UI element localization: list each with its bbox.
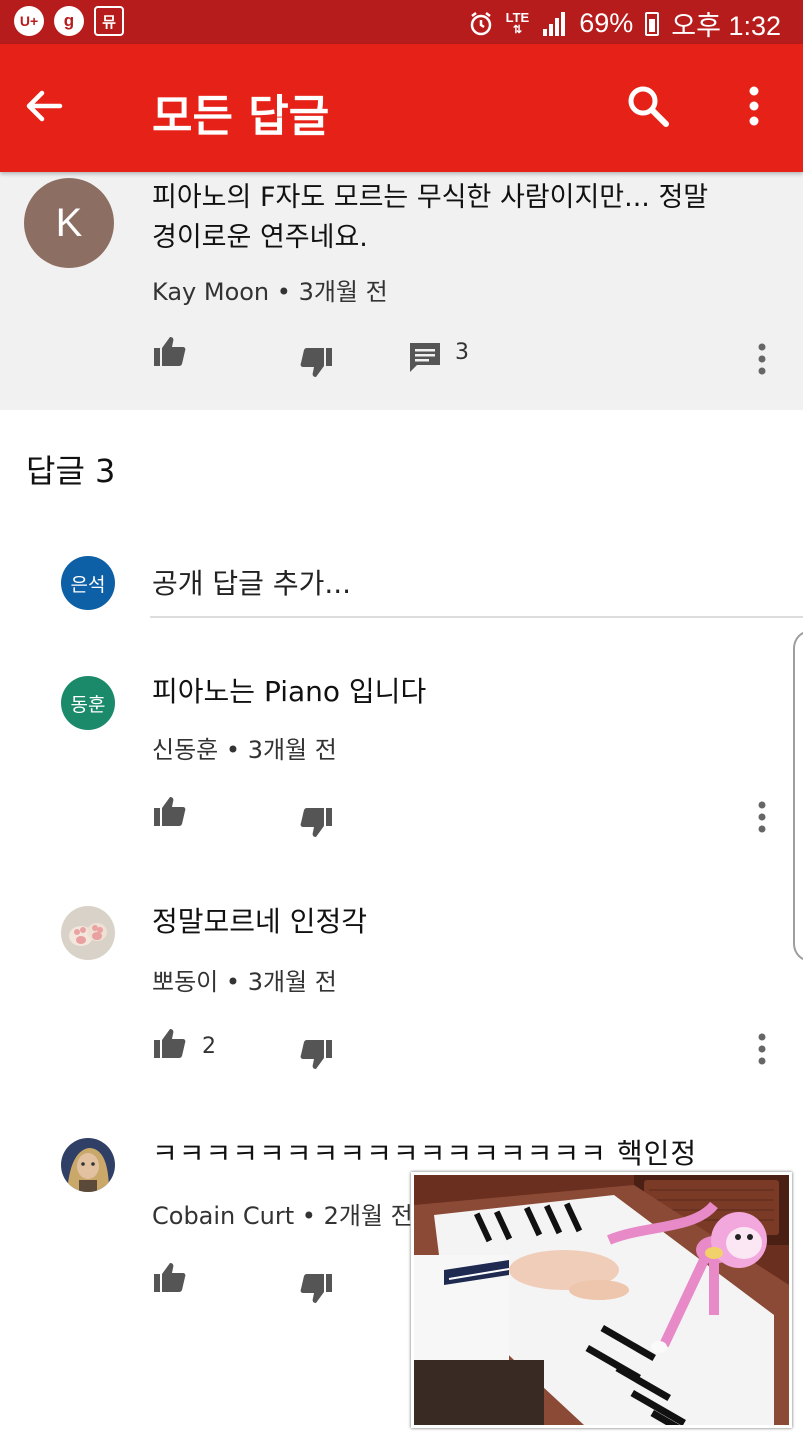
app-bar: 모든 답글: [0, 44, 803, 172]
reply-author[interactable]: 뽀동이: [152, 968, 218, 996]
data-arrows-icon: ⇅: [512, 23, 523, 36]
comment-meta: Kay Moon • 3개월 전: [152, 272, 388, 307]
thumbs-up-icon[interactable]: [152, 794, 188, 830]
reply-more-icon[interactable]: [755, 1032, 769, 1066]
network-type: LTE ⇅: [506, 11, 530, 37]
mini-player[interactable]: [411, 1172, 792, 1428]
avatar[interactable]: [61, 1138, 115, 1192]
clock: 오후 1:32: [671, 11, 781, 41]
thumbs-up-icon[interactable]: [152, 1026, 188, 1062]
thumbs-up-icon[interactable]: [152, 1260, 188, 1296]
comment-text-line1: 피아노의 F자도 모르는 무식한 사람이지만... 정말: [152, 182, 709, 213]
meta-separator: •: [276, 278, 299, 306]
reply-icon[interactable]: [407, 340, 443, 376]
reply-text: ㅋㅋㅋㅋㅋㅋㅋㅋㅋㅋㅋㅋㅋㅋㅋㅋㅋ 핵인정: [152, 1137, 698, 1170]
comment-text-line2: 경이로운 연주네요.: [152, 222, 368, 253]
page-title: 모든 답글: [152, 91, 330, 142]
status-left-icons: U+ g 뮤: [14, 6, 124, 36]
status-bar: U+ g 뮤 LTE ⇅ 69% 오후 1:32: [0, 0, 803, 44]
alarm-icon: [470, 11, 491, 35]
add-reply-row: 은석 공개 답글 추가...: [0, 552, 803, 618]
reply-author[interactable]: 신동훈: [152, 736, 218, 764]
edge-panel-handle[interactable]: [793, 630, 803, 962]
add-reply-input[interactable]: 공개 답글 추가...: [152, 562, 351, 602]
reply-meta: 신동훈 • 3개월 전: [152, 730, 337, 765]
comment-time: 3개월 전: [298, 278, 388, 306]
piano-video-thumbnail: [414, 1175, 789, 1425]
avatar[interactable]: K: [24, 178, 114, 268]
like-count: 2: [202, 1034, 216, 1059]
reply-time: 2개월 전: [323, 1202, 413, 1230]
uplus-app-icon: U+: [14, 6, 44, 36]
reply-author[interactable]: Cobain Curt: [152, 1202, 294, 1230]
meta-separator: •: [225, 968, 248, 996]
reply-text: 피아노는 Piano 입니다: [152, 675, 427, 708]
thumbs-down-icon[interactable]: [298, 1270, 334, 1306]
reply-text: 정말모르네 인정각: [152, 905, 367, 938]
input-underline: [150, 616, 803, 618]
comment-more-icon[interactable]: [755, 342, 769, 376]
meta-separator: •: [301, 1202, 324, 1230]
user-avatar: 은석: [61, 556, 115, 610]
thumbs-up-icon[interactable]: [152, 334, 188, 370]
meta-separator: •: [225, 736, 248, 764]
thumbs-down-icon[interactable]: [298, 1036, 334, 1072]
comment-author[interactable]: Kay Moon: [152, 278, 269, 306]
arrow-back-icon[interactable]: [22, 84, 66, 128]
status-right: LTE ⇅ 69% 오후 1:32: [468, 4, 781, 43]
reply-actions: [0, 794, 803, 844]
thumbs-down-icon[interactable]: [298, 804, 334, 840]
network-label: LTE: [505, 9, 530, 25]
reply-actions: 2: [0, 1026, 803, 1076]
mu-app-icon: 뮤: [94, 6, 124, 36]
avatar[interactable]: 동훈: [61, 676, 115, 730]
parent-comment: K 피아노의 F자도 모르는 무식한 사람이지만... 정말 경이로운 연주네요…: [0, 172, 803, 410]
battery-percent: 69%: [579, 8, 634, 38]
replies-header: 답글 3: [26, 452, 116, 490]
thumbs-down-icon[interactable]: [298, 344, 334, 380]
signal-icon: [543, 11, 566, 36]
reply-time: 3개월 전: [247, 968, 337, 996]
comment-actions: 3: [0, 334, 803, 384]
reply-meta: Cobain Curt • 2개월 전: [152, 1196, 413, 1231]
reply-more-icon[interactable]: [755, 800, 769, 834]
g-app-icon: g: [54, 6, 84, 36]
more-vert-icon[interactable]: [740, 84, 768, 128]
search-icon[interactable]: [626, 84, 670, 128]
reply-time: 3개월 전: [247, 736, 337, 764]
reply-count: 3: [455, 340, 469, 365]
avatar[interactable]: [61, 906, 115, 960]
battery-icon: [645, 11, 660, 36]
reply-meta: 뽀동이 • 3개월 전: [152, 962, 337, 997]
